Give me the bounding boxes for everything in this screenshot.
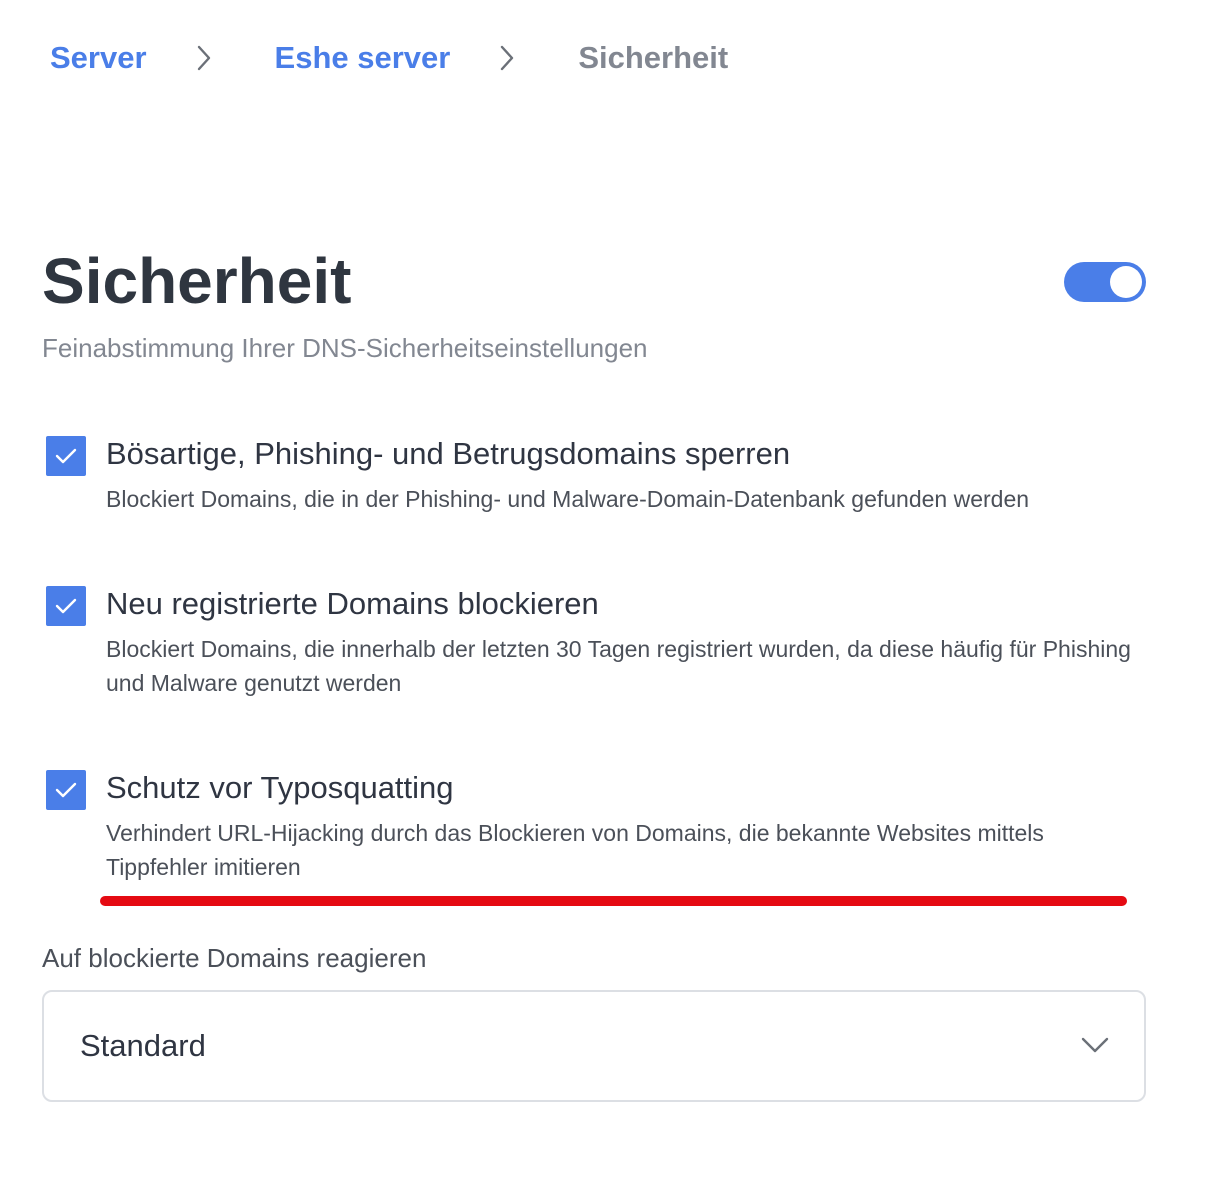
security-toggle[interactable] [1064, 262, 1146, 302]
chevron-down-icon [1081, 1037, 1109, 1053]
breadcrumb: Server Eshe server Sicherheit [50, 36, 728, 80]
breadcrumb-link-eshe-server[interactable]: Eshe server [275, 40, 451, 76]
breadcrumb-current: Sicherheit [578, 40, 729, 75]
option-title[interactable]: Bösartige, Phishing- und Betrugsdomains … [106, 434, 790, 474]
option-description: Verhindert URL-Hijacking durch das Block… [106, 820, 1044, 880]
chevron-right-icon [498, 36, 516, 80]
option-title[interactable]: Neu registrierte Domains blockieren [106, 584, 599, 624]
blocked-response-label: Auf blockierte Domains reagieren [42, 943, 427, 973]
option-title[interactable]: Schutz vor Typosquatting [106, 768, 454, 808]
checkbox-block-malicious-domains[interactable] [46, 436, 86, 476]
page-subtitle: Feinabstimmung Ihrer DNS-Sicherheitseins… [42, 333, 648, 363]
chevron-right-icon [195, 36, 213, 80]
option-description: Blockiert Domains, die in der Phishing- … [106, 486, 1030, 512]
annotation-underline [100, 896, 1127, 906]
checkmark-icon [55, 448, 77, 464]
checkmark-icon [55, 598, 77, 614]
breadcrumb-link-server[interactable]: Server [50, 40, 147, 76]
select-value: Standard [80, 1028, 206, 1063]
checkmark-icon [55, 782, 77, 798]
page-title: Sicherheit [42, 245, 352, 317]
option-description: Blockiert Domains, die innerhalb der let… [106, 636, 1131, 696]
blocked-response-select[interactable]: Standard [42, 990, 1146, 1102]
checkbox-block-new-domains[interactable] [46, 586, 86, 626]
toggle-knob [1110, 266, 1142, 298]
checkbox-typosquatting-protection[interactable] [46, 770, 86, 810]
